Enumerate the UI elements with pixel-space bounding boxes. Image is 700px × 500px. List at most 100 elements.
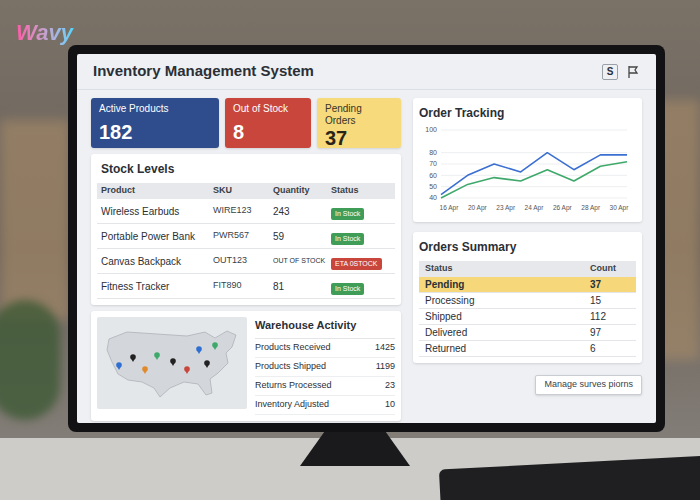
status-cell: In Stock: [331, 274, 391, 298]
right-column: Order Tracking100807060504016 Apr20 Apr2…: [413, 98, 642, 421]
window-title: Inventory Management System: [93, 60, 314, 83]
left-column: Active Products182Out of Stock8Pending O…: [91, 98, 401, 421]
column-header: SKU: [213, 184, 273, 198]
activity-label: Products Received: [255, 341, 331, 355]
panel-title: Warehouse Activity: [255, 317, 395, 339]
kpi-card: Active Products182: [91, 98, 219, 148]
monitor: Inventory Management System S Active Pro…: [68, 45, 665, 432]
table-row[interactable]: Portable Power BankPWR56759In Stock: [97, 224, 395, 249]
grid-line: [441, 164, 627, 165]
map-pin: [170, 358, 176, 366]
table-header: ProductSKUQuantityStatus: [97, 183, 395, 199]
kpi-label: Out of Stock: [233, 103, 303, 115]
kpi-row: Active Products182Out of Stock8Pending O…: [91, 98, 401, 148]
map-pin: [204, 360, 210, 368]
y-tick: 50: [429, 183, 437, 190]
sku-cell: PWR567: [213, 229, 273, 243]
grid-line: [441, 198, 627, 199]
x-label: 24 Apr: [525, 204, 545, 212]
y-tick: 100: [425, 126, 437, 133]
table-row[interactable]: Fitness TrackerFIT89081In Stock: [97, 274, 395, 299]
x-label: 20 Apr: [468, 204, 488, 212]
map-pin: [116, 362, 122, 370]
pin-head: [142, 366, 148, 372]
status-badge: In Stock: [331, 208, 364, 220]
count-cell: 6: [590, 341, 630, 356]
quantity-cell: 243: [273, 204, 331, 219]
kpi-value: 37: [325, 127, 393, 149]
quantity-cell: 59: [273, 229, 331, 244]
series-line: [441, 162, 627, 198]
product-cell: Portable Power Bank: [101, 229, 213, 244]
y-tick: 80: [429, 149, 437, 156]
product-cell: Canvas Backpack: [101, 254, 213, 269]
quantity-cell: 81: [273, 279, 331, 294]
brand-logo: Wavy: [14, 16, 75, 49]
pin-head: [184, 366, 190, 372]
status-cell: Shipped: [425, 309, 462, 324]
sku-cell: FIT890: [213, 279, 273, 293]
kpi-card: Pending Orders37: [317, 98, 401, 148]
panel-title: Order Tracking: [419, 104, 636, 124]
pin-head: [212, 342, 218, 348]
column-header: Quantity: [273, 184, 331, 198]
map-pin: [154, 352, 160, 360]
activity-value: 23: [385, 379, 395, 393]
table-header: Status Count: [419, 261, 636, 277]
activity-label: Products Shipped: [255, 360, 326, 374]
flag-shape: [629, 66, 637, 78]
x-label: 16 Apr: [440, 204, 460, 212]
orders-panel: Orders SummaryStatusCountPending37Proces…: [413, 232, 642, 363]
stock-panel: Stock LevelsProductSKUQuantityStatusWire…: [91, 154, 401, 305]
flag-icon[interactable]: [626, 65, 640, 79]
count-cell: 97: [590, 325, 630, 340]
quantity-cell: OUT OF STOCK: [273, 256, 331, 267]
kpi-label: Active Products: [99, 103, 211, 115]
order-row[interactable]: Processing 15: [419, 293, 636, 309]
content: Active Products182Out of Stock8Pending O…: [77, 90, 656, 421]
pin-head: [116, 362, 122, 368]
sku-cell: WIRE123: [213, 204, 273, 218]
pin-head: [154, 352, 160, 358]
activity-value: 1199: [376, 360, 395, 374]
x-label: 30 Apr: [610, 204, 630, 212]
y-tick: 70: [429, 160, 437, 167]
table-row[interactable]: Canvas BackpackOUT123OUT OF STOCKETA 0ST…: [97, 249, 395, 274]
panel-title: Stock Levels: [97, 160, 395, 183]
status-badge: ETA 0STOCK: [331, 258, 382, 270]
app-icon[interactable]: S: [602, 64, 618, 80]
line-chart: 100807060504016 Apr20 Apr23 Apr24 Apr26 …: [419, 124, 633, 216]
count-cell: 15: [590, 293, 630, 308]
count-cell: 37: [590, 277, 630, 292]
status-cell: Processing: [425, 293, 474, 308]
order-row[interactable]: Returned6: [419, 341, 636, 357]
activity-row: Products Received1425: [255, 339, 395, 358]
us-map: [97, 317, 247, 409]
map-pin: [142, 366, 148, 374]
order-row[interactable]: Pending 37: [419, 277, 636, 293]
panel-title: Orders Summary: [419, 238, 636, 261]
x-label: 28 Apr: [581, 204, 601, 212]
status-badge: In Stock: [331, 283, 364, 295]
manage-button[interactable]: Manage surves piorns: [535, 375, 642, 395]
activity-list: Warehouse ActivityProducts Received1425P…: [255, 317, 395, 415]
column-header: Count: [590, 262, 630, 276]
x-label: 26 Apr: [553, 204, 573, 212]
column-header: Status: [331, 184, 391, 198]
pin-head: [204, 360, 210, 366]
activity-row: Inventory Adjusted10: [255, 396, 395, 415]
column-header: Status: [425, 262, 453, 276]
chart-panel: Order Tracking100807060504016 Apr20 Apr2…: [413, 98, 642, 222]
screen: Inventory Management System S Active Pro…: [77, 54, 656, 423]
status-cell: ETA 0STOCK: [331, 249, 391, 273]
count-cell: 112: [590, 309, 630, 324]
scene: Wavy Inventory Management System S Activ…: [0, 0, 700, 500]
order-row[interactable]: Delivered97: [419, 325, 636, 341]
order-row[interactable]: Shipped 112: [419, 309, 636, 325]
table-row[interactable]: Wireless EarbudsWIRE123243In Stock: [97, 199, 395, 224]
product-cell: Fitness Tracker: [101, 279, 213, 294]
pin-head: [196, 346, 202, 352]
status-cell: Pending: [425, 277, 464, 292]
map-pin: [130, 354, 136, 362]
button-row: Manage surves piorns: [413, 373, 642, 395]
